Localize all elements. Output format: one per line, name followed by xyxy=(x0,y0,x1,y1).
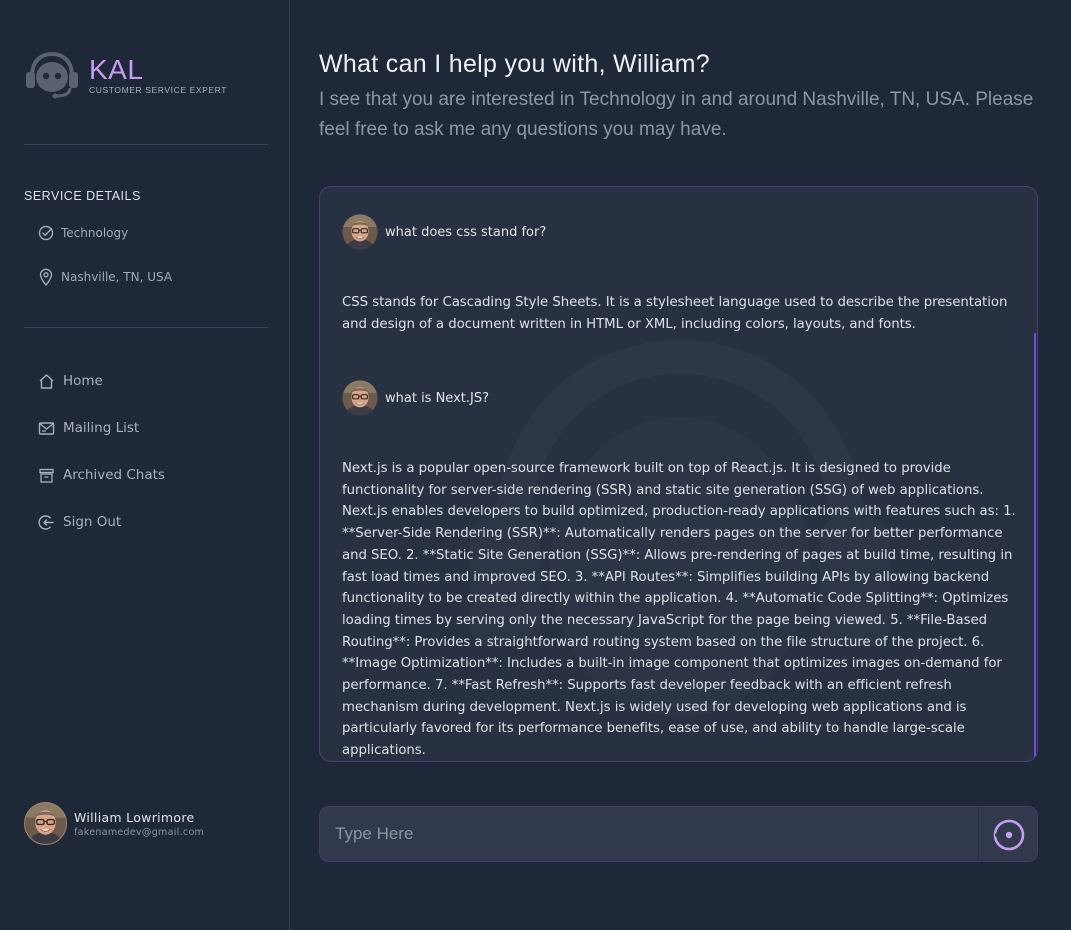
nav-mailing-list[interactable]: Mailing List xyxy=(38,417,139,439)
avatar xyxy=(342,214,378,250)
check-circle-icon xyxy=(38,225,54,241)
user-email: fakenamedev@gmail.com xyxy=(74,827,205,838)
chat-message-user: what does css stand for? xyxy=(342,214,546,250)
input-divider xyxy=(978,807,979,861)
map-pin-icon xyxy=(39,268,53,286)
archive-icon xyxy=(39,468,54,483)
nav-archived-chats-label: Archived Chats xyxy=(63,467,165,483)
nav-sign-out-label: Sign Out xyxy=(63,514,122,530)
chat-input[interactable] xyxy=(320,807,978,861)
nav-home[interactable]: Home xyxy=(38,370,103,392)
user-profile[interactable]: William Lowrimore fakenamedev@gmail.com xyxy=(24,802,274,846)
chat-scrollbar[interactable] xyxy=(1034,333,1036,759)
brand-name: KAL xyxy=(89,54,144,85)
service-detail-topic-label: Technology xyxy=(61,226,129,240)
avatar xyxy=(342,380,378,416)
user-name: William Lowrimore xyxy=(74,810,195,825)
mail-icon xyxy=(38,421,55,435)
chat-message-user: what is Next.JS? xyxy=(342,380,489,416)
send-button[interactable] xyxy=(992,818,1026,852)
chat-message-assistant: Next.js is a popular open-source framewo… xyxy=(342,461,1016,759)
nav-archived-chats[interactable]: Archived Chats xyxy=(38,464,165,486)
headset-bot-icon xyxy=(26,51,78,99)
chat-message-assistant: CSS stands for Cascading Style Sheets. I… xyxy=(342,295,1008,332)
service-detail-location-label: Nashville, TN, USA xyxy=(61,270,173,284)
chat-message-text: what is Next.JS? xyxy=(385,390,489,406)
home-icon xyxy=(39,373,54,389)
service-details-title: SERVICE DETAILS xyxy=(24,189,141,203)
service-detail-topic: Technology xyxy=(38,223,128,243)
brand: KAL CUSTOMER SERVICE EXPERT xyxy=(24,50,274,102)
nav-sign-out[interactable]: Sign Out xyxy=(38,511,121,533)
chat-message-text: what does css stand for? xyxy=(385,224,547,240)
sidebar-divider xyxy=(24,144,268,145)
page-title: What can I help you with, William? xyxy=(319,50,710,78)
nav-mailing-list-label: Mailing List xyxy=(63,420,140,436)
chat-panel: what does css stand for? CSS stands for … xyxy=(319,186,1038,762)
sign-out-icon xyxy=(38,514,54,530)
intro-text: I see that you are interested in Technol… xyxy=(319,89,1034,140)
service-detail-location: Nashville, TN, USA xyxy=(38,267,172,287)
sidebar: KAL CUSTOMER SERVICE EXPERT SERVICE DETA… xyxy=(0,0,290,930)
nav-home-label: Home xyxy=(63,373,103,389)
brand-tagline: CUSTOMER SERVICE EXPERT xyxy=(89,85,228,95)
sidebar-divider xyxy=(24,327,268,328)
chat-input-bar xyxy=(319,806,1038,862)
avatar xyxy=(24,802,67,845)
